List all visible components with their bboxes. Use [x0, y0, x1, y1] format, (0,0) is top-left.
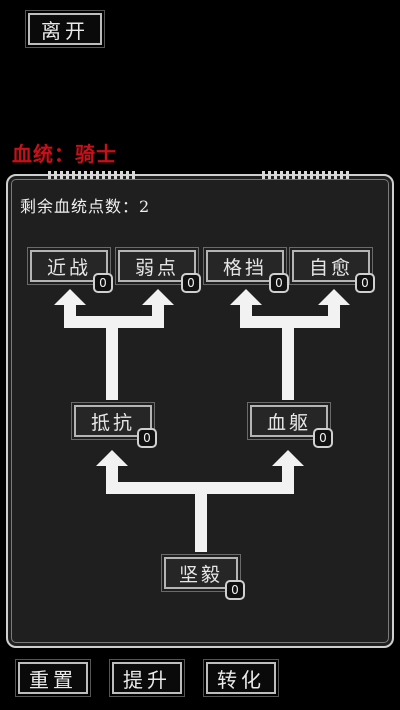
connector-resist-stem	[106, 466, 118, 494]
connector-melee-stem	[64, 304, 76, 328]
skill-level-tenacity: 0	[225, 580, 245, 600]
connector-parry-stem	[240, 304, 252, 328]
connector-weakness-stem	[152, 304, 164, 328]
convert-button-label: 转化	[217, 667, 265, 692]
connector-blood-body-bar	[240, 316, 340, 328]
arrow-to-parry-icon	[230, 289, 262, 305]
connector-resist-trunk	[106, 322, 118, 400]
skill-label-weakness: 弱点	[134, 256, 179, 279]
skill-level-resist: 0	[137, 428, 157, 448]
skill-level-blood-body: 0	[313, 428, 333, 448]
skill-label-blood-body: 血躯	[266, 411, 311, 434]
skill-label-parry: 格挡	[222, 256, 267, 279]
skill-level-heal: 0	[355, 273, 375, 293]
upgrade-button-label: 提升	[123, 667, 171, 692]
connector-tenacity-trunk	[195, 488, 207, 552]
connector-blood-body-stem	[282, 466, 294, 494]
connector-resist-bar	[64, 316, 164, 328]
skill-level-weakness: 0	[181, 273, 201, 293]
skill-label-resist: 抵抗	[90, 411, 135, 434]
skill-level-melee: 0	[93, 273, 113, 293]
arrow-to-resist-icon	[96, 450, 128, 466]
skill-label-heal: 自愈	[308, 256, 353, 279]
arrow-to-blood-body-icon	[272, 450, 304, 466]
connector-blood-body-trunk	[282, 322, 294, 400]
arrow-to-melee-icon	[54, 289, 86, 305]
skill-label-melee: 近战	[46, 256, 91, 279]
arrow-to-heal-icon	[318, 289, 350, 305]
skill-level-parry: 0	[269, 273, 289, 293]
skill-tree-connectors	[54, 289, 350, 552]
connector-heal-stem	[328, 304, 340, 328]
skill-label-tenacity: 坚毅	[178, 563, 223, 586]
connector-tenacity-bar	[106, 482, 294, 494]
arrow-to-weakness-icon	[142, 289, 174, 305]
upgrade-button[interactable]: 提升	[109, 659, 185, 697]
reset-button-label: 重置	[29, 667, 77, 692]
reset-button[interactable]: 重置	[15, 659, 91, 697]
convert-button[interactable]: 转化	[203, 659, 279, 697]
